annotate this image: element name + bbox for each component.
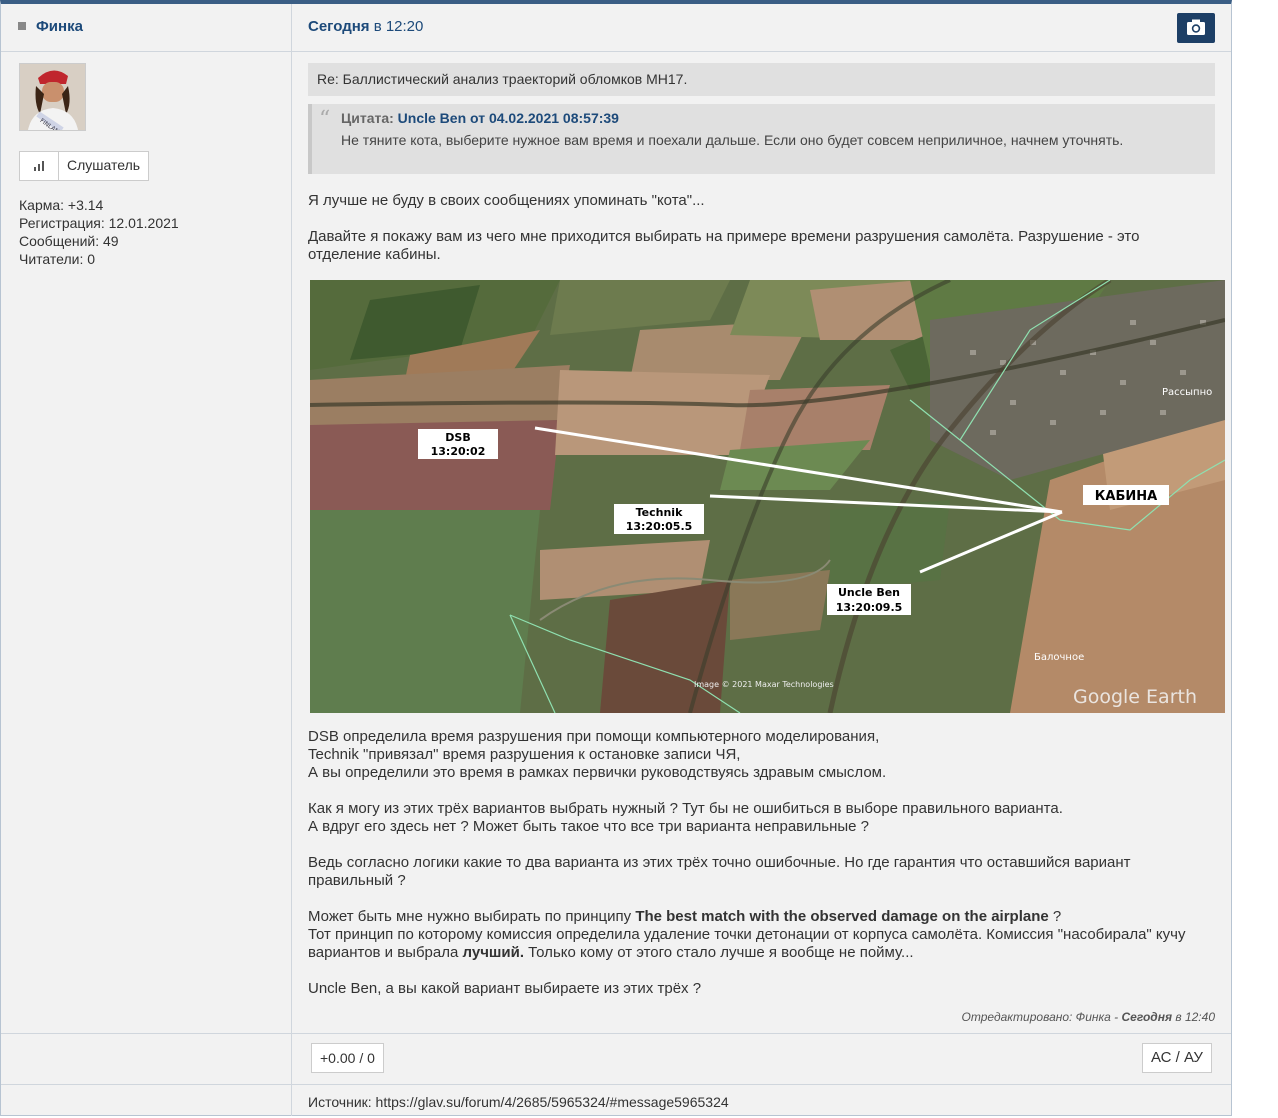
post-paragraph: Я лучше не буду в своих сообщениях упоми…	[308, 192, 705, 209]
post-header: Финка Сегодня в 12:20	[1, 4, 1231, 52]
map-label-uncle-ben: Uncle Ben	[838, 586, 900, 599]
map-label-technik: Technik	[636, 506, 683, 519]
source-link[interactable]: Источник: https://glav.su/forum/4/2685/5…	[308, 1094, 729, 1110]
map-svg: DSB 13:20:02 Technik 13:20:05.5 Uncle Be…	[310, 280, 1225, 713]
text-span: Может быть мне нужно выбирать по принцип…	[308, 908, 636, 925]
footer-divider	[1, 1033, 1231, 1034]
bold-word: лучший.	[462, 944, 525, 961]
edit-note: Отредактировано: Финка - Сегодня в 12:40	[962, 1010, 1215, 1024]
map-label-dsb-time: 13:20:02	[431, 445, 486, 458]
forum-post: Финка Сегодня в 12:20 FINLAND Слушатель …	[0, 0, 1232, 1116]
readers-count: Читатели: 0	[19, 251, 96, 267]
post-paragraph: Ведь согласно логики какие то два вариан…	[308, 854, 1131, 889]
post-line: А вы определили это время в рамках перви…	[308, 764, 887, 781]
map-label-dsb: DSB	[445, 431, 470, 444]
post-paragraph-block: Может быть мне нужно выбирать по принцип…	[308, 908, 1215, 962]
post-paragraph: Uncle Ben, а вы какой вариант выбираете …	[308, 980, 702, 997]
text-span: Только кому от этого стало лучше я вообщ…	[524, 944, 914, 961]
text-span: ?	[1048, 908, 1062, 925]
camera-icon	[1187, 19, 1205, 35]
edit-time: в 12:40	[1172, 1010, 1215, 1024]
quote-block: “ Цитата: Uncle Ben от 04.02.2021 08:57:…	[308, 104, 1215, 174]
map-label-technik-time: 13:20:05.5	[626, 520, 693, 533]
listen-label: Слушатель	[67, 157, 141, 173]
quote-header: Цитата: Uncle Ben от 04.02.2021 08:57:39	[341, 110, 1205, 126]
quote-text: Не тяните кота, выберите нужное вам врем…	[341, 132, 1124, 148]
map-credit: Image © 2021 Maxar Technologies	[694, 680, 834, 689]
post-paragraph-block: DSB определила время разрушения при помо…	[308, 728, 1215, 782]
post-paragraph-block: Как я могу из этих трёх вариантов выбрат…	[308, 800, 1215, 836]
map-place-rassypnoe: Рассыпно	[1162, 387, 1212, 398]
bold-phrase: The best match with the observed damage …	[635, 908, 1049, 925]
post-date: Сегодня в 12:20	[308, 18, 423, 35]
quote-mark-icon: “	[319, 107, 331, 132]
map-place-balochnoe: Балочное	[1034, 652, 1084, 663]
acay-button[interactable]: АС / АУ	[1142, 1043, 1212, 1073]
avatar[interactable]: FINLAND	[19, 63, 86, 131]
author-name[interactable]: Финка	[18, 18, 83, 35]
edit-prefix: Отредактировано: Финка -	[961, 1010, 1122, 1024]
screenshot-button[interactable]	[1177, 13, 1215, 43]
footer-divider	[1, 1084, 1231, 1085]
date-time: в 12:20	[369, 18, 424, 35]
column-divider	[291, 4, 292, 1116]
post-line: Тот принцип по которому комиссия определ…	[308, 926, 1215, 962]
registration-date: Регистрация: 12.01.2021	[19, 215, 179, 231]
post-line: DSB определила время разрушения при помо…	[308, 728, 880, 745]
listen-button[interactable]: Слушатель	[19, 151, 150, 181]
quote-source-link[interactable]: Uncle Ben от 04.02.2021 08:57:39	[398, 110, 619, 126]
post-line: А вдруг его здесь нет ? Может быть такое…	[308, 818, 869, 835]
profile-stats: Карма: +3.14 Регистрация: 12.01.2021 Соо…	[19, 196, 179, 268]
post-subject: Re: Баллистический анализ траекторий обл…	[308, 63, 1215, 96]
post-line: Technik "привязал" время разрушения к ос…	[308, 746, 741, 763]
google-earth-watermark: Google Earth	[1073, 686, 1197, 708]
map-label-cabin: КАБИНА	[1095, 489, 1157, 504]
message-count: Сообщений: 49	[19, 233, 119, 249]
status-square-icon	[18, 22, 26, 30]
quote-label: Цитата:	[341, 110, 394, 126]
avatar-image: FINLAND	[20, 64, 85, 130]
map-label-uncle-ben-time: 13:20:09.5	[836, 601, 903, 614]
date-bold: Сегодня	[308, 18, 370, 35]
author-link[interactable]: Финка	[36, 18, 83, 35]
post-line: Как я могу из этих трёх вариантов выбрат…	[308, 800, 1063, 817]
bar-chart-icon	[20, 152, 59, 180]
post-line: Может быть мне нужно выбирать по принцип…	[308, 908, 1215, 926]
edit-date-bold: Сегодня	[1121, 1010, 1173, 1024]
satellite-map-image[interactable]: DSB 13:20:02 Technik 13:20:05.5 Uncle Be…	[310, 280, 1225, 713]
post-paragraph: Давайте я покажу вам из чего мне приходи…	[308, 228, 1140, 263]
karma: Карма: +3.14	[19, 197, 104, 213]
rating-button[interactable]: +0.00 / 0	[311, 1043, 384, 1073]
